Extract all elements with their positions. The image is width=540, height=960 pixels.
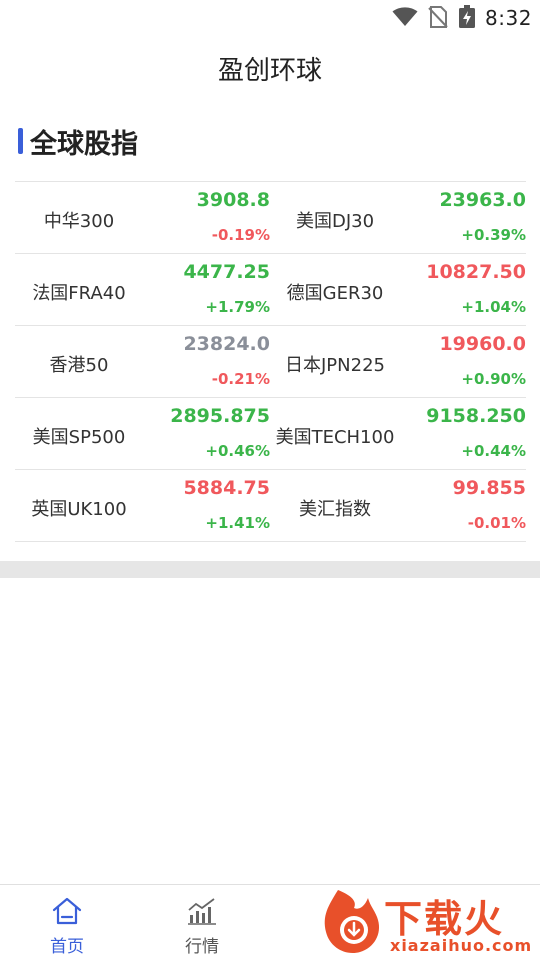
index-name: 日本JPN225 (285, 355, 385, 376)
index-change: +0.39% (461, 226, 526, 244)
index-name: 美国SP500 (32, 427, 126, 448)
index-name: 香港50 (49, 355, 109, 376)
status-time: 8:32 (485, 6, 532, 30)
nav-home[interactable]: 首页 (27, 895, 107, 957)
wifi-icon (392, 7, 418, 26)
index-cell[interactable]: 日本JPN225 19960.0 +0.90% (271, 326, 526, 398)
index-change: +0.90% (461, 370, 526, 388)
index-price: 2895.875 (170, 405, 270, 427)
index-cell[interactable]: 美国SP500 2895.875 +0.46% (15, 398, 270, 470)
section-accent-bar (18, 128, 23, 154)
indices-row: 英国UK100 5884.75 +1.41% 美汇指数 99.855 -0.01… (15, 470, 526, 542)
chart-bars-icon (188, 898, 216, 925)
index-cell[interactable]: 美汇指数 99.855 -0.01% (271, 470, 526, 542)
nav-market-label: 行情 (185, 937, 219, 957)
index-cell[interactable]: 美国TECH100 9158.250 +0.44% (271, 398, 526, 470)
section-header: 全球股指 (18, 124, 138, 160)
indices-row: 中华300 3908.8 -0.19% 美国DJ30 23963.0 +0.39… (15, 182, 526, 254)
index-name: 英国UK100 (31, 499, 127, 520)
index-price: 23963.0 (439, 189, 526, 211)
section-title: 全球股指 (30, 128, 138, 160)
index-cell[interactable]: 法国FRA40 4477.25 +1.79% (15, 254, 270, 326)
section-divider (0, 561, 540, 578)
index-price: 9158.250 (426, 405, 526, 427)
index-name: 美国DJ30 (295, 211, 375, 232)
index-change: -0.19% (211, 226, 270, 244)
index-cell[interactable]: 英国UK100 5884.75 +1.41% (15, 470, 270, 542)
index-name: 美国TECH100 (275, 427, 395, 448)
index-change: +1.41% (205, 514, 270, 532)
index-name: 中华300 (43, 211, 115, 232)
index-change: -0.21% (211, 370, 270, 388)
index-price: 3908.8 (196, 189, 270, 211)
page-title: 盈创环球 (217, 56, 322, 86)
indices-row: 法国FRA40 4477.25 +1.79% 德国GER30 10827.50 … (15, 254, 526, 326)
nav-market[interactable]: 行情 (162, 895, 242, 957)
index-price: 4477.25 (183, 261, 270, 283)
index-cell[interactable]: 德国GER30 10827.50 +1.04% (271, 254, 526, 326)
index-price: 10827.50 (426, 261, 526, 283)
index-price: 19960.0 (439, 333, 526, 355)
index-change: +1.79% (205, 298, 270, 316)
no-sim-icon (428, 6, 448, 28)
watermark-logo: 下载火 xiazaihuo.com (318, 886, 540, 960)
indices-grid: 中华300 3908.8 -0.19% 美国DJ30 23963.0 +0.39… (15, 181, 526, 542)
index-cell[interactable]: 中华300 3908.8 -0.19% (15, 182, 270, 254)
index-cell[interactable]: 美国DJ30 23963.0 +0.39% (271, 182, 526, 254)
index-name: 美汇指数 (299, 499, 371, 520)
index-change: +0.44% (461, 442, 526, 460)
index-name: 德国GER30 (286, 283, 384, 304)
indices-row: 美国SP500 2895.875 +0.46% 美国TECH100 9158.2… (15, 398, 526, 470)
index-cell[interactable]: 香港50 23824.0 -0.21% (15, 326, 270, 398)
index-change: -0.01% (467, 514, 526, 532)
index-price: 99.855 (452, 477, 526, 499)
home-icon (52, 897, 82, 925)
indices-row: 香港50 23824.0 -0.21% 日本JPN225 19960.0 +0.… (15, 326, 526, 398)
status-bar: 8:32 (0, 0, 540, 36)
index-change: +0.46% (205, 442, 270, 460)
index-name: 法国FRA40 (32, 283, 126, 304)
flame-logo-icon (324, 890, 380, 954)
watermark-url: xiazaihuo.com (390, 936, 533, 955)
watermark-text: 下载火 (384, 897, 505, 941)
battery-charging-icon (459, 5, 475, 28)
nav-home-label: 首页 (50, 937, 84, 957)
index-price: 5884.75 (183, 477, 270, 499)
index-price: 23824.0 (183, 333, 270, 355)
index-change: +1.04% (461, 298, 526, 316)
